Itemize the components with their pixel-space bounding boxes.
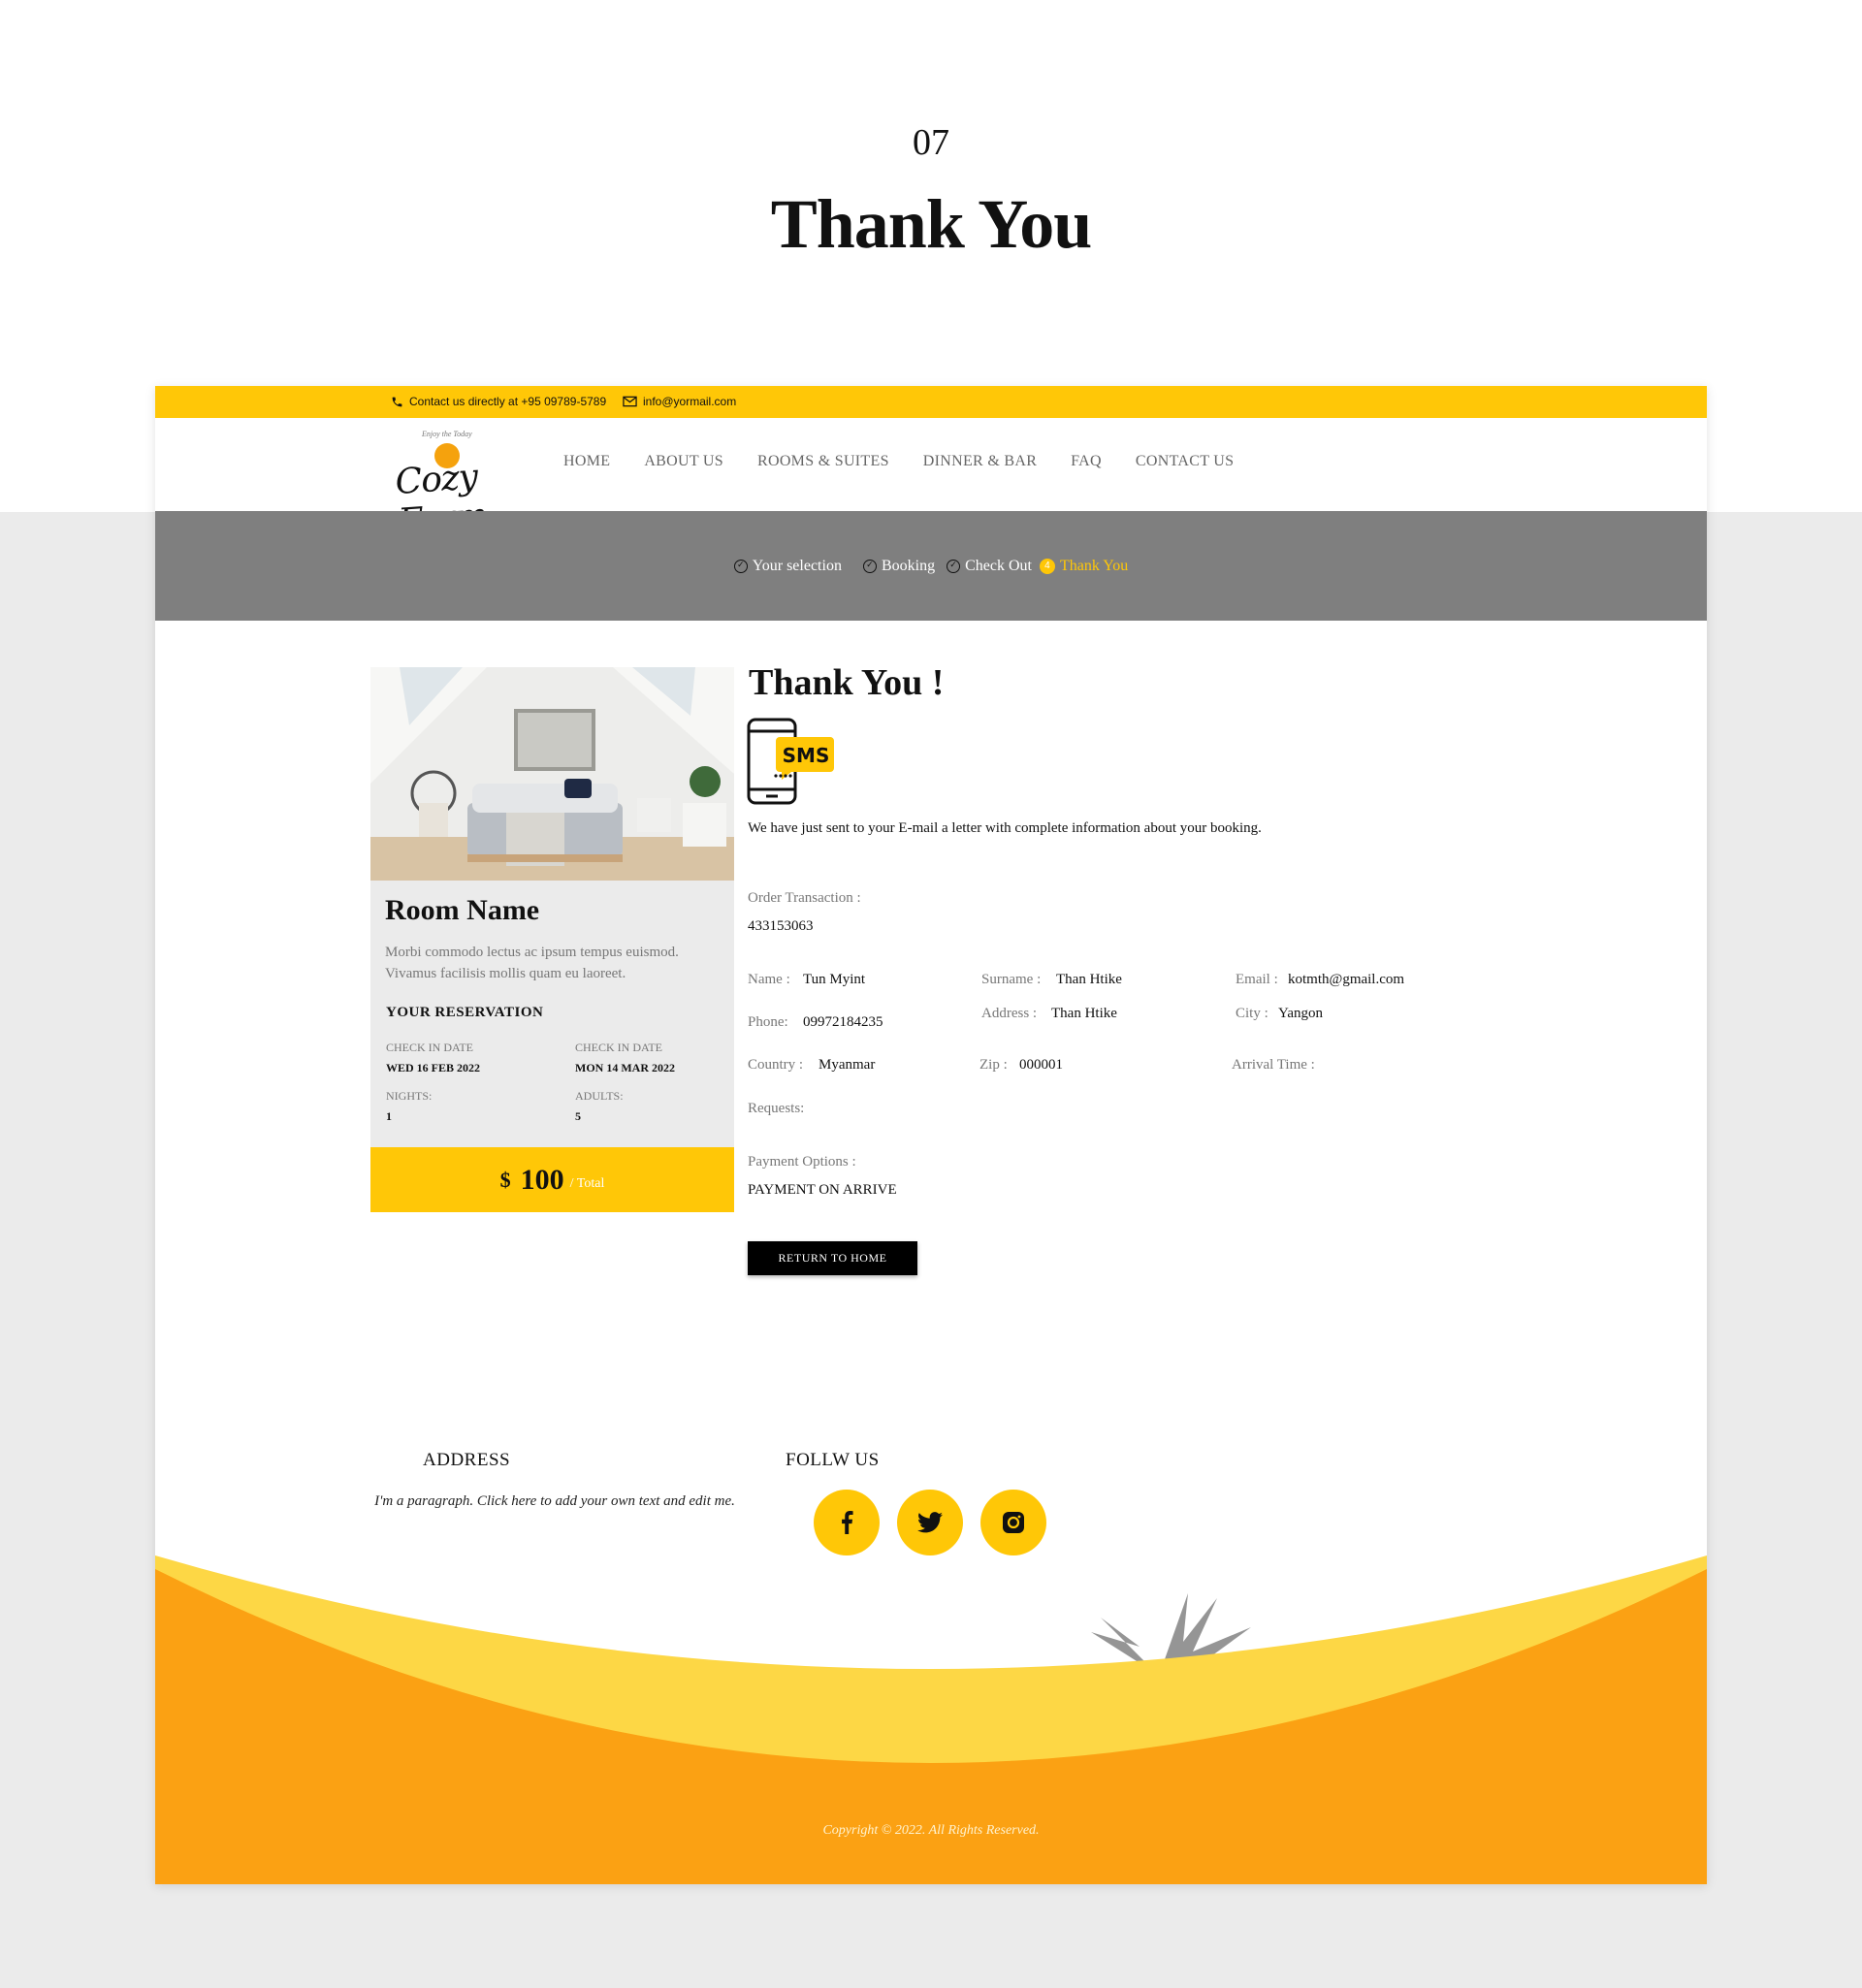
step-number-badge: 4: [1039, 558, 1055, 574]
room-photo: [370, 667, 734, 881]
nav-item-rooms-suites[interactable]: ROOMS & SUITES: [757, 453, 889, 470]
field-label: CHECK IN DATE: [575, 1041, 662, 1054]
reservation-heading: YOUR RESERVATION: [386, 1005, 544, 1020]
cozy-farm-logo[interactable]: Enjoy the Today Cozy Farm: [393, 430, 509, 542]
surname-label: Surname :: [981, 972, 1042, 987]
step-label: Booking: [881, 557, 936, 574]
arrival-time-label: Arrival Time :: [1232, 1057, 1315, 1073]
nav-item-home[interactable]: HOME: [563, 453, 610, 470]
order-transaction-label: Order Transaction :: [748, 890, 861, 906]
mail-icon: [623, 396, 637, 407]
facebook-icon: [842, 1511, 853, 1534]
phone-icon: [392, 397, 402, 406]
section-number: 07: [913, 122, 949, 163]
copyright-text: Copyright © 2022. All Rights Reserved.: [822, 1823, 1040, 1838]
follow-us-heading: FOLLW US: [786, 1450, 880, 1470]
requests-label: Requests:: [748, 1101, 805, 1116]
price-per: / Total: [569, 1175, 605, 1191]
page-frame: Contact us directly at +95 09789-5789 in…: [155, 386, 1707, 1884]
check-out-field: CHECK IN DATE MON 14 MAR 2022: [575, 1041, 725, 1075]
main-navigation: Enjoy the Today Cozy Farm HOME ABOUT US …: [155, 418, 1707, 542]
address-value: Than Htike: [1051, 1006, 1117, 1021]
contact-phone-text: Contact us directly at +95 09789-5789: [409, 395, 607, 408]
price-currency: $: [499, 1167, 511, 1192]
price-amount: 100: [520, 1163, 564, 1196]
step-check-out[interactable]: ✓ Check Out: [947, 558, 1032, 575]
room-summary-card: Room Name Morbi commodo lectus ac ipsum …: [370, 667, 734, 1212]
field-value: WED 16 FEB 2022: [386, 1061, 481, 1074]
address-heading: ADDRESS: [423, 1450, 511, 1470]
thank-you-heading: Thank You !: [749, 662, 945, 703]
twitter-button[interactable]: [897, 1490, 963, 1555]
address-label: Address :: [981, 1006, 1038, 1021]
surname-value: Than Htike: [1056, 972, 1122, 987]
phone-value: 09972184235: [803, 1014, 883, 1030]
check-icon: ✓: [947, 559, 961, 573]
field-label: ADULTS:: [575, 1089, 624, 1103]
field-value: 1: [386, 1109, 392, 1123]
step-thank-you[interactable]: 4 Thank You: [1039, 557, 1129, 575]
booking-steps: ✓ Your selection ✓ Booking ✓ Check Out 4…: [155, 511, 1707, 621]
confirmation-message: We have just sent to your E-mail a lette…: [748, 820, 1262, 836]
address-paragraph: I'm a paragraph. Click here to add your …: [374, 1493, 735, 1509]
country-value: Myanmar: [819, 1057, 876, 1073]
instagram-icon: [1003, 1512, 1024, 1533]
check-in-field: CHECK IN DATE WED 16 FEB 2022: [386, 1041, 575, 1075]
logo-tagline: Enjoy the Today: [422, 430, 472, 438]
instagram-button[interactable]: [980, 1490, 1046, 1555]
twitter-icon: [917, 1512, 943, 1533]
contact-email[interactable]: info@yormail.com: [623, 395, 736, 408]
contact-bar: Contact us directly at +95 09789-5789 in…: [155, 386, 1707, 418]
section-title: Thank You: [770, 185, 1093, 263]
field-label: CHECK IN DATE: [386, 1041, 473, 1054]
city-label: City :: [1236, 1006, 1268, 1021]
field-value: MON 14 MAR 2022: [575, 1061, 675, 1074]
adults-field: ADULTS: 5: [575, 1089, 725, 1124]
nav-item-about-us[interactable]: ABOUT US: [644, 453, 723, 470]
step-label: Check Out: [965, 557, 1032, 574]
nav-menu: HOME ABOUT US ROOMS & SUITES DINNER & BA…: [563, 453, 1234, 470]
reservation-details: CHECK IN DATE WED 16 FEB 2022 CHECK IN D…: [386, 1041, 725, 1124]
check-icon: ✓: [733, 559, 748, 573]
phone-label: Phone:: [748, 1014, 788, 1030]
nights-field: NIGHTS: 1: [386, 1089, 575, 1124]
contact-phone[interactable]: Contact us directly at +95 09789-5789: [391, 395, 606, 408]
field-label: NIGHTS:: [386, 1089, 433, 1103]
check-icon: ✓: [862, 559, 877, 573]
step-booking[interactable]: ✓ Booking: [862, 557, 936, 575]
country-label: Country :: [748, 1057, 804, 1073]
name-label: Name :: [748, 972, 790, 987]
sms-label: SMS: [783, 744, 830, 767]
facebook-button[interactable]: [814, 1490, 880, 1555]
sms-phone-icon: SMS: [747, 718, 836, 807]
return-to-home-button[interactable]: RETURN TO HOME: [748, 1241, 917, 1275]
step-label: Thank You: [1059, 557, 1129, 574]
zip-value: 000001: [1019, 1057, 1063, 1073]
step-label: Your selection: [752, 557, 842, 574]
room-name: Room Name: [385, 894, 540, 926]
zip-label: Zip :: [979, 1057, 1008, 1073]
nav-item-faq[interactable]: FAQ: [1071, 453, 1102, 470]
order-transaction-value: 433153063: [748, 918, 814, 934]
room-description: Morbi commodo lectus ac ipsum tempus eui…: [385, 945, 679, 981]
price-total: $ 100 / Total: [370, 1147, 734, 1212]
payment-options-value: PAYMENT ON ARRIVE: [748, 1182, 897, 1198]
payment-options-label: Payment Options :: [748, 1154, 856, 1170]
email-label: Email :: [1236, 972, 1278, 987]
nav-item-dinner-bar[interactable]: DINNER & BAR: [923, 453, 1037, 470]
nav-item-contact-us[interactable]: CONTACT US: [1136, 453, 1234, 470]
contact-email-text: info@yormail.com: [643, 395, 737, 408]
field-value: 5: [575, 1109, 581, 1123]
name-value: Tun Myint: [803, 972, 866, 987]
step-your-selection[interactable]: ✓ Your selection: [733, 557, 842, 575]
city-value: Yangon: [1278, 1006, 1323, 1021]
email-value: kotmth@gmail.com: [1288, 972, 1405, 987]
